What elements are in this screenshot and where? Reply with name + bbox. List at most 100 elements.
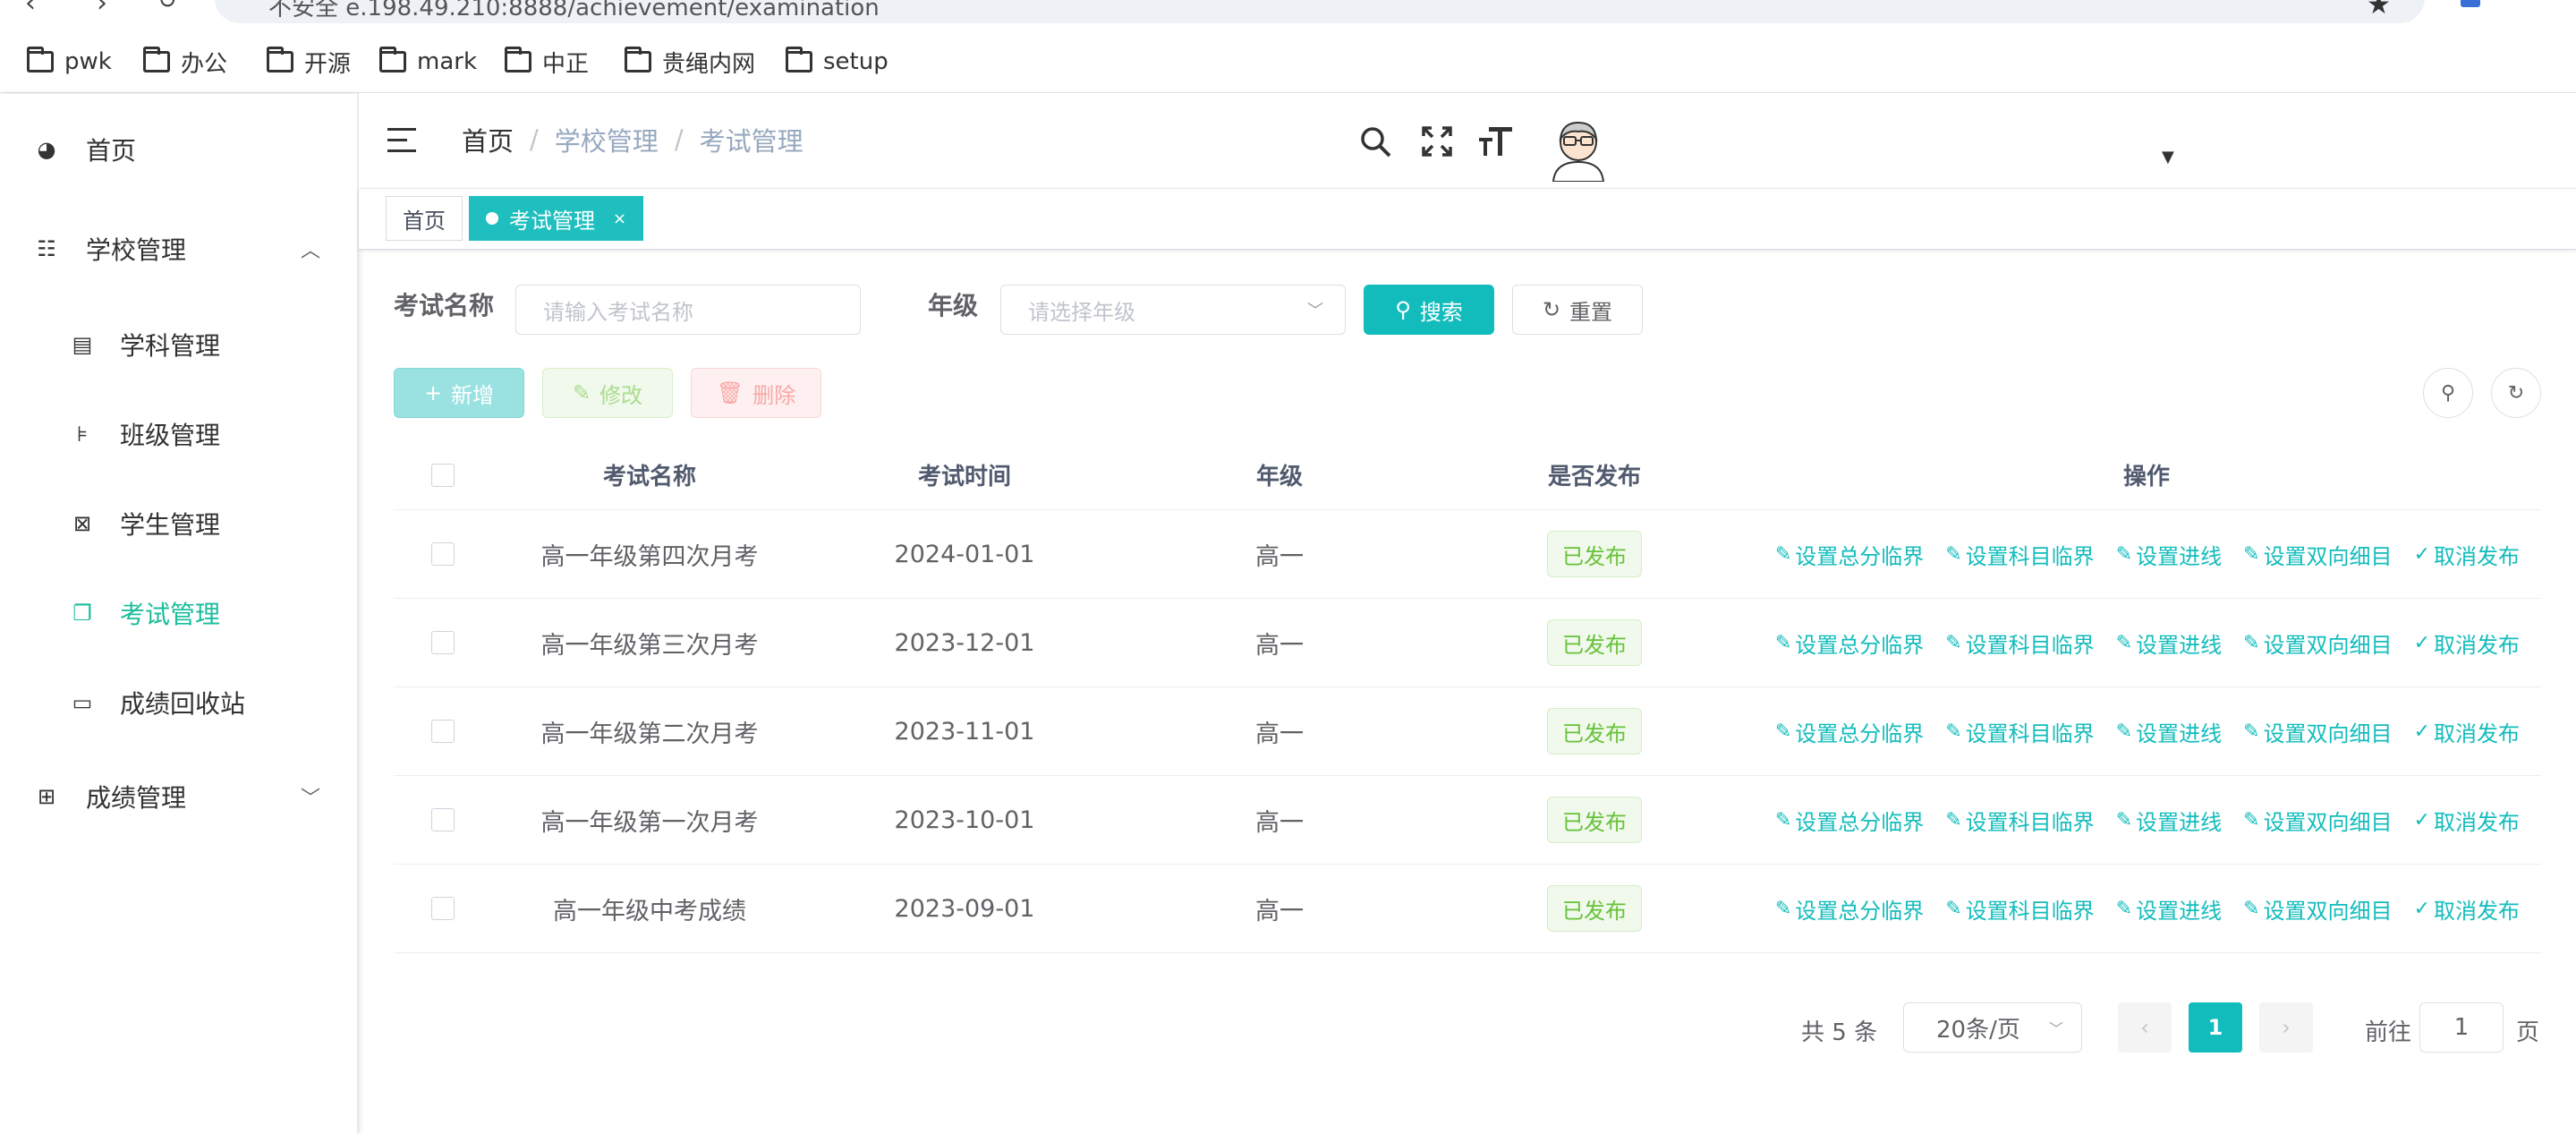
tag-home[interactable]: 首页 — [386, 196, 463, 241]
search-button[interactable]: ⚲ 搜索 — [1364, 285, 1494, 335]
select-all-checkbox[interactable] — [431, 463, 455, 487]
check-icon: ✓ — [2413, 720, 2430, 743]
sidebar-item-exams[interactable]: ❐ 考试管理 — [0, 577, 358, 649]
cancel-publish-link[interactable]: ✓ 取消发布 — [2414, 627, 2520, 659]
hamburger-icon[interactable] — [387, 128, 416, 153]
navbar: 首页 / 学校管理 / 考试管理 — [359, 94, 2576, 189]
set-total-threshold-link[interactable]: ✎ 设置总分临界 — [1775, 539, 1924, 570]
cancel-publish-link[interactable]: ✓ 取消发布 — [2414, 716, 2520, 747]
reset-button[interactable]: ↻ 重置 — [1512, 285, 1643, 335]
bookmark-mark[interactable]: mark — [379, 45, 477, 79]
set-admission-line-link[interactable]: ✎ 设置进线 — [2116, 539, 2222, 570]
set-admission-line-link[interactable]: ✎ 设置进线 — [2116, 716, 2222, 747]
breadcrumb: 首页 / 学校管理 / 考试管理 — [462, 121, 803, 158]
page-size-select[interactable]: 20条/页 ﹀ — [1903, 1002, 2082, 1053]
set-total-threshold-link[interactable]: ✎ 设置总分临界 — [1775, 893, 1924, 925]
sidebar-item-scores[interactable]: ⊞ 成绩管理 ﹀ — [0, 761, 358, 832]
set-subject-threshold-link[interactable]: ✎ 设置科目临界 — [1945, 716, 2094, 747]
set-two-way-detail-link[interactable]: ✎ 设置双向细目 — [2243, 893, 2392, 925]
bookmark-intranet[interactable]: 贵绳内网 — [625, 45, 755, 79]
exam-name-cell: 高一年级中考成绩 — [553, 897, 746, 925]
set-total-threshold-link[interactable]: ✎ 设置总分临界 — [1775, 805, 1924, 836]
exam-date-cell: 2023-10-01 — [894, 806, 1035, 834]
row-checkbox[interactable] — [431, 897, 455, 920]
folder-icon — [505, 47, 531, 72]
sidebar-item-school[interactable]: ☷ 学校管理 ︿ — [0, 213, 358, 285]
plus-icon: + — [423, 380, 443, 405]
row-actions: ✎ 设置总分临界 ✎ 设置科目临界 ✎ 设置进线 ✎ 设置双向细目 ✓ 取消发布 — [1752, 510, 2541, 598]
sidebar-item-home[interactable]: ◕ 首页 — [0, 114, 358, 185]
sidebar: ◕ 首页 ☷ 学校管理 ︿ ▤ 学科管理 ⊧ 班级管理 ⊠ 学生管理 ❐ 考试管… — [0, 94, 358, 1134]
font-size-icon[interactable] — [1474, 119, 1518, 164]
fullscreen-icon[interactable] — [1415, 119, 1459, 164]
delete-button[interactable]: 🗑 删除 — [691, 368, 821, 418]
sidebar-item-subjects[interactable]: ▤ 学科管理 — [0, 309, 358, 380]
back-icon[interactable]: ‹ — [25, 0, 36, 19]
toggle-search-button[interactable]: ⚲ — [2423, 368, 2473, 418]
exam-name-input[interactable]: 请输入考试名称 — [515, 285, 861, 335]
exam-date-cell: 2023-09-01 — [894, 894, 1035, 923]
table-header: 考试名称 考试时间 年级 是否发布 操作 — [394, 440, 2541, 510]
row-checkbox[interactable] — [431, 808, 455, 831]
edit-icon: ✎ — [1945, 542, 1962, 566]
set-two-way-detail-link[interactable]: ✎ 设置双向细目 — [2243, 627, 2392, 659]
set-admission-line-link[interactable]: ✎ 设置进线 — [2116, 627, 2222, 659]
close-icon[interactable]: × — [613, 209, 626, 228]
edit-icon: ✎ — [1774, 631, 1792, 654]
search-icon[interactable] — [1353, 119, 1398, 164]
sidebar-item-recycle[interactable]: ▭ 成绩回收站 — [0, 667, 358, 738]
avatar[interactable] — [1544, 114, 1612, 183]
prev-page-button[interactable]: ‹ — [2118, 1002, 2172, 1053]
set-subject-threshold-link[interactable]: ✎ 设置科目临界 — [1945, 805, 2094, 836]
row-checkbox[interactable] — [431, 542, 455, 566]
total-count: 共 5 条 — [1801, 1019, 1878, 1046]
row-checkbox[interactable] — [431, 631, 455, 654]
browser-toolbar: ‹ › ↻ 不安全 e.198.49.210:8888/achievement/… — [0, 0, 2576, 30]
refresh-table-button[interactable]: ↻ — [2491, 368, 2541, 418]
breadcrumb-home[interactable]: 首页 — [462, 121, 514, 158]
cancel-publish-link[interactable]: ✓ 取消发布 — [2414, 893, 2520, 925]
address-text[interactable]: 不安全 e.198.49.210:8888/achievement/examin… — [268, 0, 880, 22]
cancel-publish-link[interactable]: ✓ 取消发布 — [2414, 805, 2520, 836]
bookmark-office[interactable]: 办公 — [143, 45, 227, 79]
bookmark-star-icon[interactable]: ★ — [2367, 0, 2391, 21]
set-two-way-detail-link[interactable]: ✎ 设置双向细目 — [2243, 539, 2392, 570]
set-total-threshold-link[interactable]: ✎ 设置总分临界 — [1775, 716, 1924, 747]
set-subject-threshold-link[interactable]: ✎ 设置科目临界 — [1945, 539, 2094, 570]
goto-page-input[interactable]: 1 — [2419, 1002, 2504, 1053]
edit-icon: ✎ — [2243, 897, 2260, 920]
set-subject-threshold-link[interactable]: ✎ 设置科目临界 — [1945, 893, 2094, 925]
bookmark-open-source[interactable]: 开源 — [267, 45, 351, 79]
set-subject-threshold-link[interactable]: ✎ 设置科目临界 — [1945, 627, 2094, 659]
tag-exams[interactable]: 考试管理 × — [469, 196, 644, 241]
cancel-publish-link[interactable]: ✓ 取消发布 — [2414, 539, 2520, 570]
sidebar-item-students[interactable]: ⊠ 学生管理 — [0, 488, 358, 559]
edit-button[interactable]: ✎ 修改 — [542, 368, 673, 418]
reload-icon[interactable]: ↻ — [157, 0, 177, 14]
set-admission-line-link[interactable]: ✎ 设置进线 — [2116, 805, 2222, 836]
bookmark-pwk[interactable]: pwk — [27, 45, 112, 79]
edit-icon: ✎ — [1945, 631, 1962, 654]
forward-icon[interactable]: › — [97, 0, 107, 19]
set-admission-line-link[interactable]: ✎ 设置进线 — [2116, 893, 2222, 925]
set-two-way-detail-link[interactable]: ✎ 设置双向细目 — [2243, 805, 2392, 836]
caret-down-icon[interactable]: ▼ — [2162, 148, 2174, 166]
page-1-button[interactable]: 1 — [2189, 1002, 2242, 1053]
status-badge: 已发布 — [1547, 619, 1642, 666]
goto-label: 前往 — [2365, 1019, 2412, 1046]
recycle-icon: ▭ — [72, 690, 93, 715]
bookmark-setup[interactable]: setup — [786, 45, 888, 79]
set-two-way-detail-link[interactable]: ✎ 设置双向细目 — [2243, 716, 2392, 747]
set-total-threshold-link[interactable]: ✎ 设置总分临界 — [1775, 627, 1924, 659]
bookmark-zhongzheng[interactable]: 中正 — [505, 45, 589, 79]
breadcrumb-school[interactable]: 学校管理 — [555, 121, 659, 158]
next-page-button[interactable]: › — [2259, 1002, 2313, 1053]
sidebar-item-classes[interactable]: ⊧ 班级管理 — [0, 398, 358, 470]
grade-select[interactable]: 请选择年级 ﹀ — [1000, 285, 1346, 335]
student-icon: ⊠ — [72, 511, 92, 536]
extension-icon[interactable] — [2461, 0, 2480, 7]
add-button[interactable]: + 新增 — [394, 368, 524, 418]
row-checkbox[interactable] — [431, 720, 455, 743]
chevron-down-icon: ﹀ — [300, 788, 320, 810]
edit-icon: ✎ — [2115, 897, 2133, 920]
